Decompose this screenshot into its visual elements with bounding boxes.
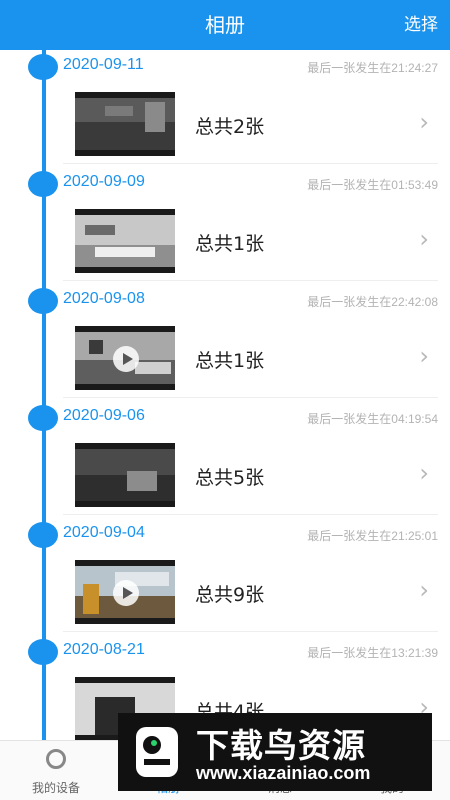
divider xyxy=(63,280,438,281)
last-capture-time: 最后一张发生在13:21:39 xyxy=(307,646,438,660)
header: 相册 选择 xyxy=(0,0,450,50)
last-capture-time: 最后一张发生在21:25:01 xyxy=(307,529,438,543)
photo-count: 总共2张 xyxy=(195,116,265,138)
camera-icon xyxy=(46,749,66,769)
group-thumbnail[interactable] xyxy=(75,443,175,507)
page-title: 相册 xyxy=(205,13,245,37)
chevron-right-icon: › xyxy=(419,108,429,136)
group-row[interactable]: 总共1张 › xyxy=(75,326,437,392)
group-thumbnail[interactable] xyxy=(75,92,175,156)
timeline-dot xyxy=(28,522,58,548)
timeline-dot xyxy=(28,639,58,665)
date-group: 2020-09-04 最后一张发生在21:25:01 总共9张 › xyxy=(0,518,450,635)
group-row[interactable]: 总共5张 › xyxy=(75,443,437,509)
group-date: 2020-09-06 xyxy=(63,407,145,424)
date-group: 2020-09-11 最后一张发生在21:24:27 总共2张 › xyxy=(0,50,450,167)
group-thumbnail[interactable] xyxy=(75,209,175,273)
group-thumbnail[interactable] xyxy=(75,560,175,624)
select-button[interactable]: 选择 xyxy=(404,0,438,50)
album-timeline[interactable]: 2020-09-11 最后一张发生在21:24:27 总共2张 › 2020-0… xyxy=(0,50,450,740)
group-date: 2020-09-04 xyxy=(63,524,145,541)
timeline-dot xyxy=(28,405,58,431)
group-date: 2020-09-09 xyxy=(63,173,145,190)
last-capture-time: 最后一张发生在21:24:27 xyxy=(307,61,438,75)
photo-count: 总共1张 xyxy=(195,233,265,255)
chevron-right-icon: › xyxy=(419,459,429,487)
watermark-banner: 下载鸟资源 www.xiazainiao.com xyxy=(118,713,432,791)
video-play-icon[interactable] xyxy=(113,346,139,372)
chevron-right-icon: › xyxy=(419,225,429,253)
timeline-dot xyxy=(28,171,58,197)
last-capture-time: 最后一张发生在01:53:49 xyxy=(307,178,438,192)
divider xyxy=(63,514,438,515)
divider xyxy=(63,163,438,164)
timeline-dot xyxy=(28,288,58,314)
group-thumbnail[interactable] xyxy=(75,326,175,390)
video-play-icon[interactable] xyxy=(113,580,139,606)
thumbnail-image xyxy=(75,215,175,267)
group-date: 2020-09-08 xyxy=(63,290,145,307)
date-group: 2020-09-09 最后一张发生在01:53:49 总共1张 › xyxy=(0,167,450,284)
group-date: 2020-09-11 xyxy=(63,56,144,73)
photo-count: 总共5张 xyxy=(195,467,265,489)
watermark-title: 下载鸟资源 xyxy=(196,726,366,765)
chevron-right-icon: › xyxy=(419,576,429,604)
bird-logo-icon xyxy=(136,727,178,777)
date-group: 2020-09-06 最后一张发生在04:19:54 总共5张 › xyxy=(0,401,450,518)
tab-my-devices[interactable]: 我的设备 xyxy=(0,741,112,800)
divider xyxy=(63,397,438,398)
last-capture-time: 最后一张发生在04:19:54 xyxy=(307,412,438,426)
group-date: 2020-08-21 xyxy=(63,641,145,658)
chevron-right-icon: › xyxy=(419,342,429,370)
divider xyxy=(63,631,438,632)
last-capture-time: 最后一张发生在22:42:08 xyxy=(307,295,438,309)
tab-label: 我的设备 xyxy=(31,781,80,795)
thumbnail-image xyxy=(75,98,175,150)
photo-count: 总共1张 xyxy=(195,350,265,372)
group-row[interactable]: 总共2张 › xyxy=(75,92,437,158)
photo-count: 总共9张 xyxy=(195,584,265,606)
timeline-dot xyxy=(28,54,58,80)
group-row[interactable]: 总共1张 › xyxy=(75,209,437,275)
group-row[interactable]: 总共9张 › xyxy=(75,560,437,626)
date-group: 2020-09-08 最后一张发生在22:42:08 总共1张 › xyxy=(0,284,450,401)
watermark-url: www.xiazainiao.com xyxy=(196,763,371,783)
thumbnail-image xyxy=(75,449,175,501)
